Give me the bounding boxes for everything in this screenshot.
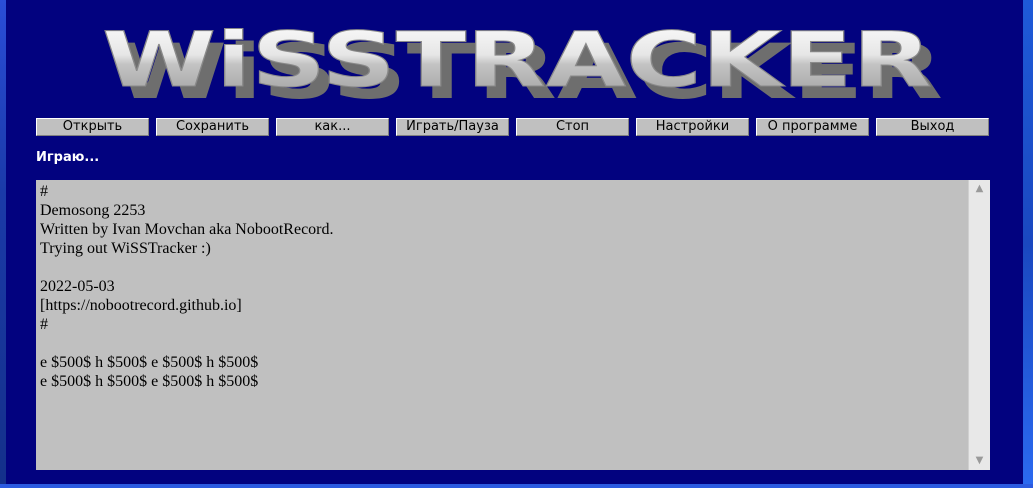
song-editor: # Demosong 2253 Written by Ivan Movchan … (36, 180, 990, 470)
playback-status: Играю... (36, 150, 100, 165)
open-button[interactable]: Открыть (36, 118, 149, 136)
toolbar: Открыть Сохранить как... Играть/Пауза Ст… (36, 118, 992, 136)
exit-button[interactable]: Выход (876, 118, 989, 136)
save-as-button[interactable]: как... (276, 118, 389, 136)
logo-face: WiSSTRACKER (102, 15, 932, 104)
scroll-down-icon[interactable]: ▼ (969, 452, 990, 470)
desktop-background-right (1023, 0, 1033, 488)
wisstracker-logo: WiSSTRACKER WiSSTRACKER (102, 15, 943, 105)
about-button[interactable]: О программе (756, 118, 869, 136)
song-text-area[interactable]: # Demosong 2253 Written by Ivan Movchan … (36, 180, 966, 470)
settings-button[interactable]: Настройки (636, 118, 749, 136)
play-pause-button[interactable]: Играть/Пауза (396, 118, 509, 136)
app-window: WiSSTRACKER WiSSTRACKER Открыть Сохранит… (6, 0, 1023, 484)
vertical-scrollbar[interactable]: ▲ ▼ (968, 180, 990, 470)
scroll-up-icon[interactable]: ▲ (969, 180, 990, 198)
desktop-background-bottom (0, 484, 1033, 488)
stop-button[interactable]: Стоп (516, 118, 629, 136)
save-button[interactable]: Сохранить (156, 118, 269, 136)
